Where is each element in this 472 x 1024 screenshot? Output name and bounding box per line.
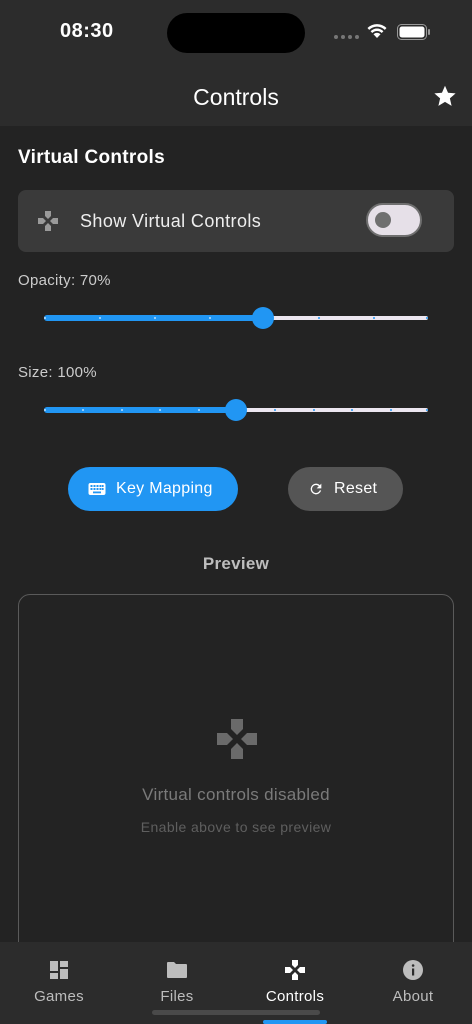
section-title: Virtual Controls <box>18 147 165 168</box>
dynamic-island <box>167 13 305 53</box>
slider-tick <box>44 409 46 411</box>
switch-knob <box>375 212 391 228</box>
slider-tick <box>197 409 200 411</box>
show-virtual-controls-switch[interactable] <box>366 203 422 237</box>
preview-title: Preview <box>202 554 270 573</box>
battery-icon <box>397 24 430 40</box>
nav-item-about[interactable]: About <box>354 942 472 1024</box>
dashboard-icon <box>50 961 68 979</box>
nav-label: About <box>392 988 434 1005</box>
show-virtual-controls-row[interactable]: Show Virtual Controls <box>18 190 454 252</box>
slider-tick <box>426 317 428 319</box>
slider-tick <box>389 409 392 411</box>
size-slider[interactable] <box>44 398 428 422</box>
preview-hint: Enable above to see preview <box>140 819 332 835</box>
app-bar: Controls <box>0 66 472 126</box>
opacity-slider[interactable] <box>44 306 428 330</box>
reset-button[interactable]: Reset <box>288 467 403 511</box>
status-bar: 08:30 <box>0 0 472 66</box>
info-icon <box>403 960 423 980</box>
slider-tick <box>312 409 315 411</box>
reset-label: Reset <box>334 480 378 497</box>
opacity-label: Opacity: 70% <box>18 272 111 289</box>
gamepad-icon <box>217 719 257 759</box>
toggle-label: Show Virtual Controls <box>80 211 262 231</box>
refresh-icon <box>310 483 322 495</box>
keyboard-icon <box>88 483 106 495</box>
nav-label: Files <box>160 988 194 1005</box>
slider-thumb[interactable] <box>251 307 274 329</box>
nav-item-games[interactable]: Games <box>0 942 118 1024</box>
nav-label: Controls <box>265 988 325 1005</box>
nav-label: Games <box>34 988 84 1005</box>
signal-icon <box>334 35 359 39</box>
preview-message: Virtual controls disabled <box>142 785 330 804</box>
key-mapping-label: Key Mapping <box>116 480 213 497</box>
slider-tick <box>120 409 123 411</box>
status-time: 08:30 <box>60 20 114 42</box>
active-tab-indicator <box>263 1020 327 1024</box>
key-mapping-button[interactable]: Key Mapping <box>68 467 238 511</box>
page-title: Controls <box>193 84 279 110</box>
slider-tick <box>44 317 46 319</box>
preview-panel: Virtual controls disabled Enable above t… <box>18 594 454 964</box>
slider-tick <box>208 317 211 319</box>
gamepad-icon <box>285 960 305 980</box>
star-icon[interactable] <box>432 83 458 109</box>
gamepad-icon <box>38 211 58 231</box>
slider-fill <box>44 407 236 413</box>
wifi-icon <box>367 24 387 38</box>
slider-tick <box>98 317 101 319</box>
slider-tick <box>426 409 428 411</box>
slider-thumb[interactable] <box>225 399 247 421</box>
home-indicator <box>152 1010 320 1015</box>
slider-tick <box>153 317 156 319</box>
size-label: Size: 100% <box>18 364 97 381</box>
folder-icon <box>167 962 187 978</box>
